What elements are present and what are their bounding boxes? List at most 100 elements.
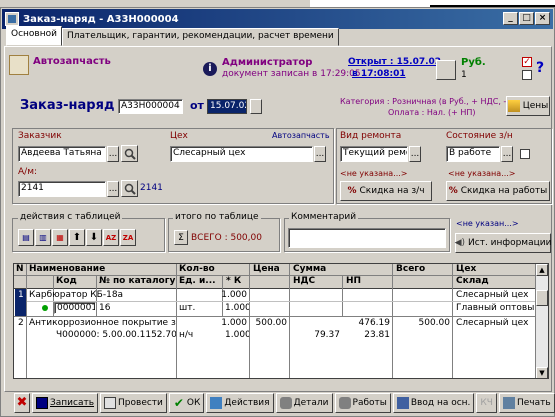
customer-input[interactable]: Авдеева Татьяна Ивано <box>18 146 106 162</box>
company-name: Автозапчасть <box>33 56 111 67</box>
works-label: Работы <box>352 398 387 408</box>
row-2-k[interactable]: 1.000 <box>223 330 249 341</box>
items-grid[interactable]: N Наименование Кол-во Цена Сумма Всего Ц… <box>13 263 549 379</box>
grid-scrollbar[interactable]: ▲ ▼ <box>535 264 548 378</box>
works-discount-button[interactable]: % Скидка на работы <box>446 181 550 201</box>
cancel-button[interactable]: ✖ <box>14 393 30 413</box>
enter-based-label: Ввод на осн. <box>410 398 471 408</box>
works-button[interactable]: Работы <box>334 393 391 413</box>
currency-number: 1 <box>461 70 467 80</box>
speaker-icon: ◀) <box>454 238 466 248</box>
vehicle-search-icon[interactable] <box>121 180 138 197</box>
row-1-qty[interactable]: 1.000 <box>177 290 249 301</box>
col-shop: Цех <box>456 264 477 274</box>
status-unset: <не указана...> <box>448 169 516 178</box>
currency-icon[interactable] <box>436 60 456 80</box>
tab-main[interactable]: Основной <box>6 26 62 46</box>
status-checkbox[interactable] <box>520 149 530 159</box>
row-2-shop[interactable]: Слесарный цех <box>454 318 530 329</box>
opened-date-link[interactable]: Открыт : 15.07.02 <box>348 57 441 67</box>
close-button[interactable]: × <box>535 12 550 25</box>
ok-button[interactable]: ✔ ОК <box>168 393 205 413</box>
row-2-qty[interactable]: 1.000 <box>177 318 249 329</box>
sort-desc-icon[interactable]: ZA <box>120 229 136 246</box>
col-store: Склад <box>456 276 489 286</box>
row-2-sum: 476.19 <box>358 318 391 328</box>
save-button[interactable]: Записать <box>32 393 99 413</box>
row-2-name[interactable]: Антикоррозионное покрытие з <box>27 318 176 329</box>
totals-icon[interactable]: Σ <box>174 230 188 245</box>
row-1-code[interactable]: 00000016 <box>54 302 96 314</box>
customer-search-icon[interactable] <box>121 145 138 162</box>
col-vat: НДС <box>293 276 316 286</box>
totals-value: ВСЕГО : 500,00 <box>191 233 262 243</box>
repair-type-select-button[interactable]: ... <box>409 146 421 162</box>
save-label: Записать <box>50 398 95 408</box>
repair-type-input[interactable]: Текущий ремон <box>340 146 408 162</box>
col-n: N <box>16 264 24 274</box>
move-up-icon[interactable]: ⬆ <box>69 229 85 246</box>
prices-button[interactable]: Цены <box>506 96 550 116</box>
status-input[interactable]: В работе <box>446 146 500 162</box>
repair-type-label: Вид ремонта <box>340 131 402 141</box>
shop-label: Цех <box>170 131 188 141</box>
move-down-icon[interactable]: ⬇ <box>86 229 102 246</box>
row-1-catalog[interactable]: 16 <box>97 303 112 314</box>
col-sum: Сумма <box>293 264 327 274</box>
title-bar[interactable]: Заказ-наряд - А33Н000004 _ □ × <box>2 9 553 29</box>
actions-label: Действия <box>224 398 270 408</box>
kch-button[interactable]: КЧ <box>476 393 497 413</box>
vehicle-link[interactable]: 2141 <box>140 183 163 193</box>
insert-row-icon[interactable]: ▥ <box>35 229 51 246</box>
minimize-button[interactable]: _ <box>503 12 518 25</box>
post-button[interactable]: Провести <box>100 393 167 413</box>
currency-label: Руб. <box>461 57 486 68</box>
row-2-price[interactable]: 500.00 <box>250 318 289 329</box>
row-1-unit[interactable]: шт. <box>177 303 197 314</box>
calendar-icon[interactable] <box>250 99 262 114</box>
shop-hint: Автозапчасть <box>272 131 330 140</box>
order-number-input[interactable]: А33Н000004 <box>118 99 183 114</box>
shop-select-button[interactable]: ... <box>314 146 326 162</box>
sort-asc-icon[interactable]: AZ <box>103 229 119 246</box>
vehicle-select-button[interactable]: ... <box>107 181 119 197</box>
col-qty: Кол-во <box>179 264 215 274</box>
print-button[interactable]: Печать <box>498 393 555 413</box>
table-actions-toolbar: ▤ ▥ ▦ ⬆ ⬇ AZ ZA <box>18 229 136 246</box>
row-2-code[interactable]: Ч000000: 5.00.00.1152.70 <box>54 330 176 341</box>
repair-unset: <не указана...> <box>340 169 408 178</box>
scroll-up-icon[interactable]: ▲ <box>536 264 548 276</box>
row-1-name[interactable]: Карбюратор КБ-18а <box>27 290 125 301</box>
col-np: НП <box>346 276 362 286</box>
details-button[interactable]: Детали <box>275 393 333 413</box>
order-date-input[interactable]: 15.07.02 <box>207 99 247 114</box>
row-2-unit[interactable]: н/ч <box>177 330 195 341</box>
ok-label: ОК <box>186 398 201 408</box>
help-icon[interactable]: ? <box>536 60 544 76</box>
scroll-thumb[interactable] <box>536 290 548 306</box>
flag-checkbox[interactable] <box>522 70 532 80</box>
delete-row-icon[interactable]: ▦ <box>52 229 68 246</box>
info-icon[interactable]: i <box>203 62 217 76</box>
flag-checkbox-checked[interactable]: ✓ <box>522 57 532 67</box>
add-row-icon[interactable]: ▤ <box>18 229 34 246</box>
opened-time-link[interactable]: в 17:08:01 <box>352 69 406 79</box>
scroll-down-icon[interactable]: ▼ <box>536 367 548 378</box>
maximize-button[interactable]: □ <box>519 12 534 25</box>
enter-based-button[interactable]: Ввод на осн. <box>392 393 475 413</box>
comment-input[interactable] <box>288 228 446 248</box>
background-window-fragment <box>0 0 555 7</box>
row-1-k[interactable]: 1.000 <box>223 303 249 314</box>
row-1-store[interactable]: Главный оптовый с <box>454 303 537 314</box>
shop-input[interactable]: Слесарный цех <box>170 146 313 162</box>
info-source-button[interactable]: ◀) Ист. информации <box>455 233 551 253</box>
status-select-button[interactable]: ... <box>501 146 513 162</box>
col-price: Цена <box>253 264 280 274</box>
parts-discount-button[interactable]: % Скидка на з/ч <box>340 181 432 201</box>
row-1-shop[interactable]: Слесарный цех <box>454 290 530 301</box>
customer-select-button[interactable]: ... <box>107 146 119 162</box>
user-name: Администратор <box>222 57 313 68</box>
tab-payer[interactable]: Плательщик, гарантии, рекомендации, расч… <box>61 28 339 46</box>
vehicle-input[interactable]: 2141 <box>18 181 106 197</box>
actions-button[interactable]: Действия <box>206 393 274 413</box>
